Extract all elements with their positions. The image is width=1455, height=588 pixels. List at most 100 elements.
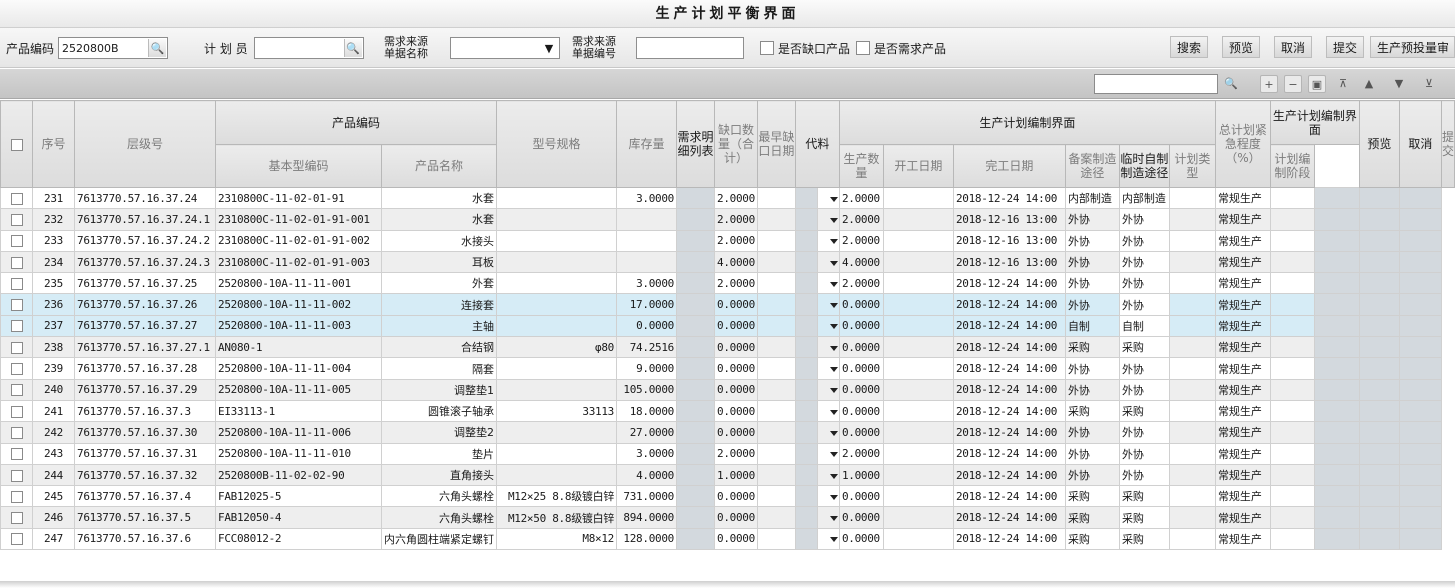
substitute-dropdown[interactable] <box>816 506 840 529</box>
cell-finish[interactable]: 2018-12-24 14:00 <box>952 293 1066 316</box>
cell-ptype[interactable]: 常规生产 <box>1214 399 1271 423</box>
cell-stock[interactable]: 3.0000 <box>616 442 677 465</box>
row-checkbox-cell[interactable] <box>0 378 33 401</box>
cell-base[interactable]: 2310800C-11-02-01-91 <box>215 186 382 210</box>
substitute-dropdown[interactable] <box>816 272 840 295</box>
cell-shortage[interactable]: 2.0000 <box>714 442 758 465</box>
cell-filed[interactable]: 采购 <box>1064 485 1120 508</box>
chevron-down-icon[interactable] <box>829 452 838 458</box>
cell-level[interactable]: 7613770.57.16.37.28 <box>74 357 216 380</box>
cell-base[interactable]: 2310800C-11-02-01-91-002 <box>215 229 382 252</box>
cell-stock[interactable]: 18.0000 <box>616 399 677 423</box>
chevron-down-icon[interactable] <box>829 324 838 330</box>
cell-temp[interactable]: 采购 <box>1118 506 1170 529</box>
table-row[interactable]: 246 7613770.57.16.37.5 FAB12050-4 六角头螺栓 M12×… <box>0 506 1455 529</box>
row-checkbox-cell[interactable] <box>0 272 33 295</box>
empty-cell[interactable] <box>1269 506 1315 529</box>
cell-prod[interactable]: 0.0000 <box>838 336 884 359</box>
cell-ptype[interactable]: 常规生产 <box>1214 527 1271 551</box>
substitute-dropdown[interactable] <box>816 336 840 359</box>
cell-level[interactable]: 7613770.57.16.37.32 <box>74 463 216 487</box>
empty-cell[interactable] <box>882 229 954 252</box>
cell-finish[interactable]: 2018-12-24 14:00 <box>952 186 1066 210</box>
empty-cell[interactable] <box>1269 314 1315 338</box>
empty-cell[interactable] <box>882 357 954 380</box>
cell-prod[interactable]: 0.0000 <box>838 378 884 401</box>
chevron-down-icon[interactable] <box>829 388 838 394</box>
cell-ptype[interactable]: 常规生产 <box>1214 293 1271 316</box>
cell-filed[interactable]: 外协 <box>1064 357 1120 380</box>
cell-shortage[interactable]: 0.0000 <box>714 357 758 380</box>
table-row[interactable]: 237 7613770.57.16.37.27 2520800-10A-11-11-… <box>0 314 1455 338</box>
cell-level[interactable]: 7613770.57.16.37.24 <box>74 186 216 210</box>
cell-base[interactable]: 2520800-10A-11-11-004 <box>215 357 382 380</box>
empty-cell[interactable] <box>1269 485 1315 508</box>
row-checkbox-cell[interactable] <box>0 463 33 487</box>
cell-finish[interactable]: 2018-12-24 14:00 <box>952 506 1066 529</box>
row-checkbox[interactable] <box>10 469 23 482</box>
cell-name[interactable]: 连接套 <box>381 293 497 316</box>
empty-cell[interactable] <box>1269 357 1315 380</box>
remove-icon[interactable]: − <box>1284 75 1302 93</box>
cell-finish[interactable]: 2018-12-24 14:00 <box>952 336 1066 359</box>
cell-level[interactable]: 7613770.57.16.37.3 <box>74 399 216 423</box>
cell-spec[interactable] <box>496 250 617 274</box>
row-checkbox-cell[interactable] <box>0 208 33 231</box>
cell-prod[interactable]: 2.0000 <box>838 229 884 252</box>
grid-search-input[interactable] <box>1094 74 1218 94</box>
chevron-down-icon[interactable] <box>829 367 838 373</box>
chevron-down-icon[interactable] <box>829 537 838 543</box>
cell-ptype[interactable]: 常规生产 <box>1214 186 1271 210</box>
cell-prod[interactable]: 0.0000 <box>838 506 884 529</box>
cell-name[interactable]: 隔套 <box>381 357 497 380</box>
cell-ptype[interactable]: 常规生产 <box>1214 421 1271 444</box>
empty-cell[interactable] <box>756 506 796 529</box>
cell-ptype[interactable]: 常规生产 <box>1214 229 1271 252</box>
empty-cell[interactable] <box>882 421 954 444</box>
empty-cell[interactable] <box>756 357 796 380</box>
empty-cell[interactable] <box>882 527 954 551</box>
row-checkbox-cell[interactable] <box>0 421 33 444</box>
cell-finish[interactable]: 2018-12-16 13:00 <box>952 250 1066 274</box>
chevron-down-icon[interactable] <box>829 473 838 479</box>
cell-temp[interactable]: 采购 <box>1118 336 1170 359</box>
empty-cell[interactable] <box>1168 229 1216 252</box>
row-checkbox[interactable] <box>10 235 23 248</box>
row-checkbox-cell[interactable] <box>0 314 33 338</box>
substitute-dropdown[interactable] <box>816 421 840 444</box>
cell-ptype[interactable]: 常规生产 <box>1214 336 1271 359</box>
cell-ptype[interactable]: 常规生产 <box>1214 357 1271 380</box>
table-row[interactable]: 247 7613770.57.16.37.6 FCC08012-2 内六角圆柱端紧定螺… <box>0 527 1455 551</box>
empty-cell[interactable] <box>1168 314 1216 338</box>
substitute-dropdown[interactable] <box>816 485 840 508</box>
empty-cell[interactable] <box>1168 293 1216 316</box>
empty-cell[interactable] <box>1269 463 1315 487</box>
cell-filed[interactable]: 外协 <box>1064 293 1120 316</box>
cell-temp[interactable]: 外协 <box>1118 208 1170 231</box>
empty-cell[interactable] <box>756 399 796 423</box>
cell-name[interactable]: 圆锥滚子轴承 <box>381 399 497 423</box>
empty-cell[interactable] <box>882 463 954 487</box>
empty-cell[interactable] <box>756 442 796 465</box>
cell-name[interactable]: 六角头螺栓 <box>381 506 497 529</box>
substitute-dropdown[interactable] <box>816 208 840 231</box>
empty-cell[interactable] <box>882 485 954 508</box>
cell-shortage[interactable]: 0.0000 <box>714 293 758 316</box>
row-checkbox[interactable] <box>10 213 23 226</box>
empty-cell[interactable] <box>882 272 954 295</box>
cell-prod[interactable]: 2.0000 <box>838 442 884 465</box>
cell-base[interactable]: 2310800C-11-02-01-91-003 <box>215 250 382 274</box>
empty-cell[interactable] <box>882 442 954 465</box>
cell-spec[interactable] <box>496 293 617 316</box>
empty-cell[interactable] <box>756 336 796 359</box>
empty-cell[interactable] <box>1168 208 1216 231</box>
cell-temp[interactable]: 外协 <box>1118 229 1170 252</box>
cell-shortage[interactable]: 0.0000 <box>714 336 758 359</box>
empty-cell[interactable] <box>882 186 954 210</box>
cell-shortage[interactable]: 1.0000 <box>714 463 758 487</box>
row-checkbox-cell[interactable] <box>0 399 33 423</box>
cell-finish[interactable]: 2018-12-24 14:00 <box>952 314 1066 338</box>
cell-shortage[interactable]: 0.0000 <box>714 314 758 338</box>
cell-prod[interactable]: 0.0000 <box>838 421 884 444</box>
cell-base[interactable]: 2520800-10A-11-11-003 <box>215 314 382 338</box>
